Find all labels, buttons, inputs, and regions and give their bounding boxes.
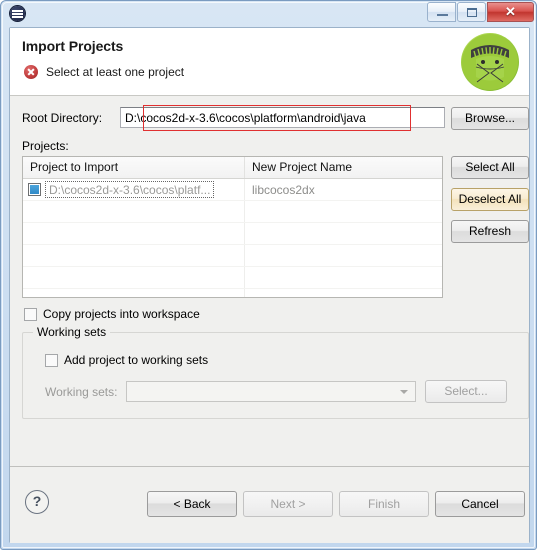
row-checkbox[interactable] — [28, 183, 41, 196]
table-empty-row — [23, 223, 442, 245]
back-button[interactable]: < Back — [147, 491, 237, 517]
android-robot-icon — [461, 33, 519, 91]
table-empty-row — [23, 289, 442, 297]
project-path-text: D:\cocos2d-x-3.6\cocos\platf... — [45, 181, 215, 198]
dialog-body: Import Projects Select at least one proj… — [9, 27, 530, 543]
working-sets-group: Working sets Add project to working sets… — [22, 325, 529, 419]
table-empty-row — [23, 245, 442, 267]
maximize-icon[interactable] — [457, 2, 486, 22]
copy-projects-checkbox-row[interactable]: Copy projects into workspace — [24, 307, 200, 321]
table-empty-row — [23, 267, 442, 289]
cancel-button[interactable]: Cancel — [435, 491, 525, 517]
title-bar[interactable]: ✕ — [1, 1, 537, 25]
cell-new-project-name[interactable]: libcocos2dx — [245, 179, 442, 200]
minimize-icon[interactable] — [427, 2, 456, 22]
copy-projects-checkbox[interactable] — [24, 307, 37, 321]
table-row[interactable]: D:\cocos2d-x-3.6\cocos\platf... libcocos… — [23, 179, 442, 201]
projects-label: Projects: — [22, 139, 69, 153]
working-sets-combo-label: Working sets: — [45, 385, 118, 399]
help-icon[interactable]: ? — [25, 490, 49, 514]
table-header-row: Project to Import New Project Name — [23, 157, 442, 179]
validation-message: Select at least one project — [24, 65, 184, 79]
column-header-new-project-name[interactable]: New Project Name — [245, 157, 442, 178]
root-directory-input[interactable] — [120, 107, 445, 128]
deselect-all-button[interactable]: Deselect All — [451, 188, 529, 211]
dialog-content: Root Directory: Browse... Projects: Proj… — [10, 96, 529, 466]
add-project-checkbox-row[interactable]: Add project to working sets — [45, 353, 208, 367]
root-directory-label: Root Directory: — [22, 111, 103, 125]
cell-project-to-import[interactable]: D:\cocos2d-x-3.6\cocos\platf... — [23, 179, 245, 200]
select-working-sets-button[interactable]: Select... — [425, 380, 507, 403]
next-button: Next > — [243, 491, 333, 517]
close-icon[interactable]: ✕ — [487, 2, 534, 22]
error-icon — [24, 65, 38, 79]
working-sets-group-title: Working sets — [33, 325, 111, 339]
browse-button[interactable]: Browse... — [451, 107, 529, 130]
chevron-down-icon[interactable] — [400, 390, 408, 394]
eclipse-icon — [10, 6, 25, 21]
table-empty-row — [23, 201, 442, 223]
window-controls: ✕ — [426, 2, 534, 22]
dialog-header: Import Projects Select at least one proj… — [10, 28, 529, 96]
dialog-footer: ? < Back Next > Finish Cancel — [10, 466, 529, 543]
validation-message-text: Select at least one project — [46, 65, 185, 79]
projects-table[interactable]: Project to Import New Project Name D:\co… — [22, 156, 443, 298]
import-projects-window: ✕ Import Projects Select at least one pr… — [0, 0, 537, 550]
column-header-project-to-import[interactable]: Project to Import — [23, 157, 245, 178]
copy-projects-label: Copy projects into workspace — [43, 307, 200, 321]
page-title: Import Projects — [22, 38, 124, 54]
finish-button: Finish — [339, 491, 429, 517]
add-project-checkbox[interactable] — [45, 353, 58, 367]
refresh-button[interactable]: Refresh — [451, 220, 529, 243]
working-sets-combo[interactable] — [126, 381, 416, 402]
select-all-button[interactable]: Select All — [451, 156, 529, 179]
add-project-label: Add project to working sets — [64, 353, 209, 367]
